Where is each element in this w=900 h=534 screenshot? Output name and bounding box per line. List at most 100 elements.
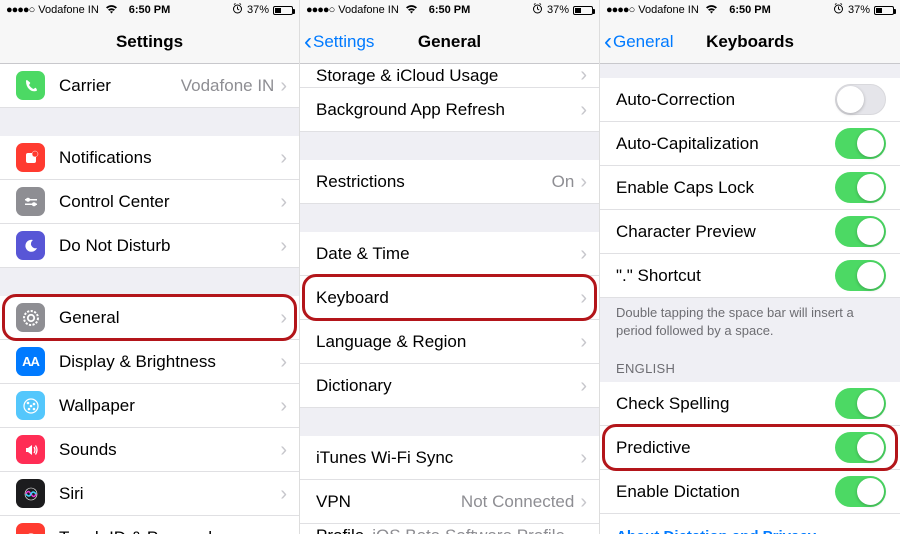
chevron-right-icon: › bbox=[280, 192, 287, 212]
settings-row[interactable]: Language & Region› bbox=[300, 320, 599, 364]
settings-row[interactable]: VPNNot Connected › bbox=[300, 480, 599, 524]
chevron-right-icon: › bbox=[280, 396, 287, 416]
row-label: Enable Caps Lock bbox=[616, 178, 835, 198]
chevron-right-icon: › bbox=[580, 64, 587, 87]
battery-percent: 37% bbox=[247, 4, 269, 16]
row-value: Not Connected bbox=[461, 492, 574, 512]
row-label: Auto-Correction bbox=[616, 90, 835, 110]
aa-icon: AA bbox=[16, 347, 45, 376]
row-label: Keyboard bbox=[316, 288, 580, 308]
row-label: VPN bbox=[316, 492, 461, 512]
settings-row[interactable]: AADisplay & Brightness› bbox=[0, 340, 299, 384]
toggle-switch[interactable] bbox=[835, 260, 886, 291]
signal-icon: ●●●●○ bbox=[606, 4, 634, 16]
settings-row[interactable]: Profile iOS Beta Software Profile bbox=[300, 524, 599, 534]
chevron-right-icon: › bbox=[580, 244, 587, 264]
settings-row[interactable]: Dictionary› bbox=[300, 364, 599, 408]
row-label: Profile bbox=[316, 526, 364, 534]
settings-row[interactable]: Control Center› bbox=[0, 180, 299, 224]
row-label: Carrier bbox=[59, 76, 181, 96]
settings-row[interactable]: Do Not Disturb› bbox=[0, 224, 299, 268]
wifi-icon bbox=[105, 4, 118, 17]
settings-row[interactable]: Wallpaper› bbox=[0, 384, 299, 428]
settings-row[interactable]: Storage & iCloud Usage› bbox=[300, 64, 599, 88]
keyboards-screen: ●●●●○ Vodafone IN 6:50 PM 37% ‹ General … bbox=[600, 0, 900, 534]
status-carrier: Vodafone IN bbox=[338, 4, 399, 16]
chevron-right-icon: › bbox=[580, 492, 587, 512]
chevron-right-icon: › bbox=[280, 236, 287, 256]
battery-percent: 37% bbox=[848, 4, 870, 16]
section-header: ENGLISH bbox=[600, 347, 900, 382]
status-carrier: Vodafone IN bbox=[38, 4, 99, 16]
row-label: Sounds bbox=[59, 440, 280, 460]
row-label: Background App Refresh bbox=[316, 100, 580, 120]
row-label: Notifications bbox=[59, 148, 280, 168]
status-bar: ●●●●○ Vodafone IN 6:50 PM 37% bbox=[0, 0, 299, 20]
settings-row[interactable]: iTunes Wi-Fi Sync› bbox=[300, 436, 599, 480]
signal-icon: ●●●●○ bbox=[306, 4, 334, 16]
back-button[interactable]: ‹ Settings bbox=[300, 30, 374, 54]
chevron-right-icon: › bbox=[580, 332, 587, 352]
settings-row[interactable]: Background App Refresh› bbox=[300, 88, 599, 132]
row-value: iOS Beta Software Profile bbox=[372, 526, 565, 534]
keyboard-toggle-row: Predictive bbox=[600, 426, 900, 470]
chevron-right-icon: › bbox=[580, 448, 587, 468]
battery-icon bbox=[874, 6, 894, 15]
row-value: Vodafone IN bbox=[181, 76, 275, 96]
wifi-icon bbox=[405, 4, 418, 17]
chevron-right-icon: › bbox=[280, 76, 287, 96]
settings-row[interactable]: RestrictionsOn› bbox=[300, 160, 599, 204]
notifications-icon bbox=[16, 143, 45, 172]
status-time: 6:50 PM bbox=[429, 4, 471, 16]
settings-row[interactable]: CarrierVodafone IN› bbox=[0, 64, 299, 108]
toggle-switch[interactable] bbox=[835, 476, 886, 507]
settings-row[interactable]: Sounds› bbox=[0, 428, 299, 472]
row-label: Date & Time bbox=[316, 244, 580, 264]
chevron-right-icon: › bbox=[280, 352, 287, 372]
nav-bar: ‹ General Keyboards bbox=[600, 20, 900, 64]
chevron-right-icon: › bbox=[280, 528, 287, 534]
row-label: Enable Dictation bbox=[616, 482, 835, 502]
back-button[interactable]: ‹ General bbox=[600, 30, 673, 54]
row-label: General bbox=[59, 308, 280, 328]
settings-row[interactable]: General› bbox=[0, 296, 299, 340]
settings-screen: ●●●●○ Vodafone IN 6:50 PM 37% Settings C… bbox=[0, 0, 300, 534]
settings-row[interactable]: Keyboard› bbox=[300, 276, 599, 320]
keyboard-toggle-row: Auto-Correction bbox=[600, 78, 900, 122]
toggle-switch[interactable] bbox=[835, 432, 886, 463]
status-bar: ●●●●○ Vodafone IN 6:50 PM 37% bbox=[600, 0, 900, 20]
toggle-switch[interactable] bbox=[835, 128, 886, 159]
nav-bar: Settings bbox=[0, 20, 299, 64]
row-label: Check Spelling bbox=[616, 394, 835, 414]
battery-icon bbox=[573, 6, 593, 15]
row-label: Language & Region bbox=[316, 332, 580, 352]
chevron-right-icon: › bbox=[280, 148, 287, 168]
footer-text: Double tapping the space bar will insert… bbox=[600, 298, 900, 347]
settings-row[interactable]: Siri› bbox=[0, 472, 299, 516]
wallpaper-icon bbox=[16, 391, 45, 420]
battery-icon bbox=[273, 6, 293, 15]
chevron-right-icon: › bbox=[280, 308, 287, 328]
toggle-switch[interactable] bbox=[835, 172, 886, 203]
alarm-icon bbox=[833, 3, 844, 17]
nav-bar: ‹ Settings General bbox=[300, 20, 599, 64]
settings-row[interactable]: Notifications› bbox=[0, 136, 299, 180]
row-label: Do Not Disturb bbox=[59, 236, 280, 256]
toggle-switch[interactable] bbox=[835, 216, 886, 247]
status-bar: ●●●●○ Vodafone IN 6:50 PM 37% bbox=[300, 0, 599, 20]
back-label: General bbox=[613, 32, 673, 52]
toggle-switch[interactable] bbox=[835, 84, 886, 115]
toggle-switch[interactable] bbox=[835, 388, 886, 419]
chevron-right-icon: › bbox=[580, 376, 587, 396]
battery-percent: 37% bbox=[547, 4, 569, 16]
touchid-icon bbox=[16, 523, 45, 534]
about-dictation-link[interactable]: About Dictation and Privacy… bbox=[600, 514, 900, 534]
keyboard-toggle-row: Auto-Capitalization bbox=[600, 122, 900, 166]
chevron-left-icon: ‹ bbox=[604, 30, 612, 54]
row-label: Control Center bbox=[59, 192, 280, 212]
page-title: Settings bbox=[0, 32, 299, 52]
settings-row[interactable]: Date & Time› bbox=[300, 232, 599, 276]
settings-row[interactable]: Touch ID & Passcode› bbox=[0, 516, 299, 534]
wifi-icon bbox=[705, 4, 718, 17]
alarm-icon bbox=[232, 3, 243, 17]
